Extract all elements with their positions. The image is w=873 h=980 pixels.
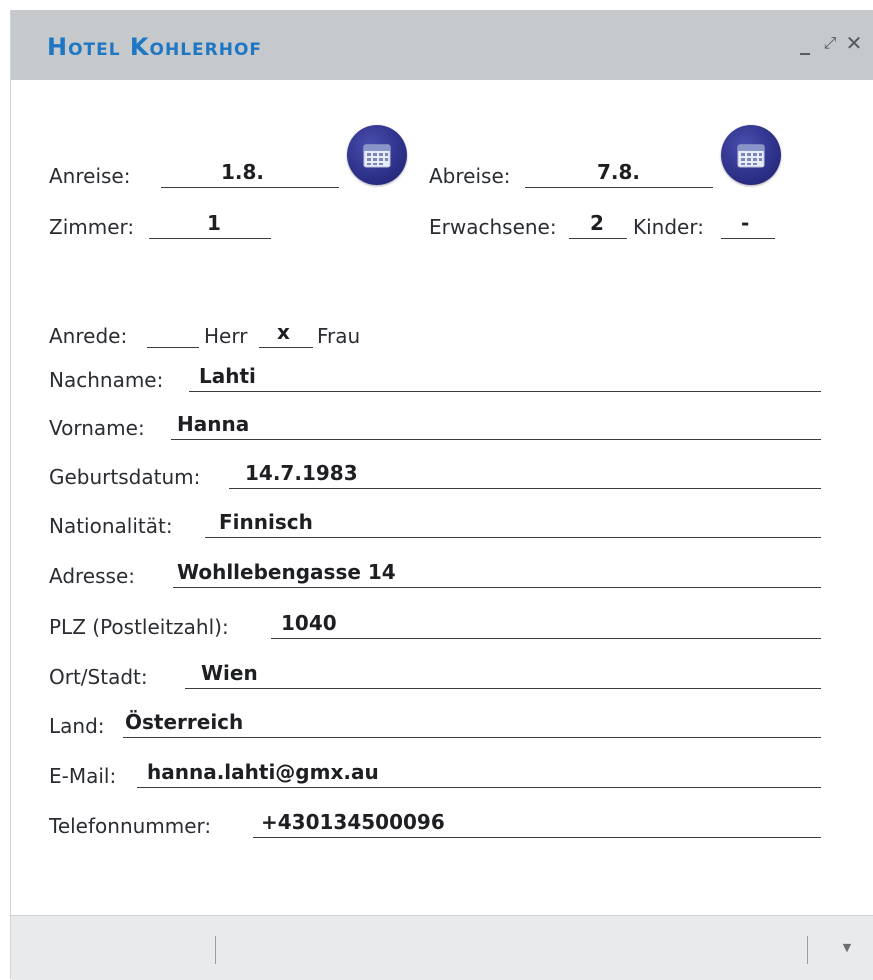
country-value[interactable]: Österreich: [125, 710, 243, 734]
email-field-line[interactable]: [137, 787, 821, 788]
dates-row: Anreise: 1.8. Abreise: 7.8.: [49, 156, 839, 192]
birthdate-label: Geburtsdatum:: [49, 465, 201, 489]
nationality-label: Nationalität:: [49, 514, 173, 538]
city-label: Ort/Stadt:: [49, 665, 148, 689]
departure-value[interactable]: 7.8.: [597, 160, 640, 184]
zip-field-line[interactable]: [271, 638, 821, 639]
phone-row: Telefonnummer: +430134500096: [49, 806, 839, 842]
departure-field-line[interactable]: [525, 187, 713, 188]
minimize-button[interactable]: _: [792, 30, 818, 56]
firstname-value[interactable]: Hanna: [177, 412, 249, 436]
hotel-form-window: Hotel Kohlerhof _ ⤢ ✕ Anreise: 1.8. Abre…: [10, 10, 873, 980]
phone-value[interactable]: +430134500096: [261, 810, 445, 834]
chevron-down-icon[interactable]: ▼: [837, 938, 857, 958]
country-row: Land: Österreich: [49, 706, 839, 742]
adults-value[interactable]: 2: [590, 211, 604, 235]
rooms-row: Zimmer: 1 Erwachsene: 2 Kinder: -: [49, 207, 839, 243]
arrival-label: Anreise:: [49, 164, 131, 188]
address-label: Adresse:: [49, 564, 135, 588]
close-button[interactable]: ✕: [841, 30, 867, 56]
phone-label: Telefonnummer:: [49, 814, 212, 838]
zip-value[interactable]: 1040: [281, 611, 337, 635]
email-label: E-Mail:: [49, 764, 117, 788]
address-value[interactable]: Wohllebengasse 14: [177, 560, 396, 584]
firstname-row: Vorname: Hanna: [49, 408, 839, 444]
nationality-row: Nationalität: Finnisch: [49, 506, 839, 542]
salutation-herr-label: Herr: [204, 324, 248, 348]
address-field-line[interactable]: [173, 587, 821, 588]
children-value[interactable]: -: [741, 211, 749, 235]
firstname-label: Vorname:: [49, 416, 145, 440]
calendar-icon: [363, 144, 391, 168]
email-value[interactable]: hanna.lahti@gmx.au: [147, 760, 379, 784]
salutation-frau-line[interactable]: [259, 347, 313, 348]
lastname-field-line[interactable]: [189, 391, 821, 392]
birthdate-field-line[interactable]: [229, 488, 821, 489]
salutation-row: Anrede: Herr x Frau: [49, 316, 839, 352]
city-value[interactable]: Wien: [201, 661, 258, 685]
salutation-herr-line[interactable]: [147, 347, 199, 348]
country-field-line[interactable]: [123, 737, 821, 738]
window-title: Hotel Kohlerhof: [47, 33, 263, 61]
children-field-line[interactable]: [721, 238, 775, 239]
departure-calendar-button[interactable]: [721, 125, 781, 185]
birthdate-value[interactable]: 14.7.1983: [245, 461, 358, 485]
zip-row: PLZ (Postleitzahl): 1040: [49, 607, 839, 643]
arrival-field-line[interactable]: [161, 187, 339, 188]
rooms-value[interactable]: 1: [207, 211, 221, 235]
arrival-value[interactable]: 1.8.: [221, 160, 264, 184]
arrival-calendar-button[interactable]: [347, 125, 407, 185]
adults-label: Erwachsene:: [429, 215, 557, 239]
firstname-field-line[interactable]: [171, 439, 821, 440]
address-row: Adresse: Wohllebengasse 14: [49, 556, 839, 592]
email-row: E-Mail: hanna.lahti@gmx.au: [49, 756, 839, 792]
salutation-frau-mark[interactable]: x: [277, 320, 290, 344]
toolbar-separator: [215, 936, 216, 964]
maximize-button[interactable]: ⤢: [817, 30, 843, 56]
lastname-value[interactable]: Lahti: [199, 364, 256, 388]
salutation-label: Anrede:: [49, 324, 128, 348]
birthdate-row: Geburtsdatum: 14.7.1983: [49, 457, 839, 493]
city-field-line[interactable]: [185, 688, 821, 689]
nationality-value[interactable]: Finnisch: [219, 510, 313, 534]
country-label: Land:: [49, 714, 105, 738]
rooms-field-line[interactable]: [149, 238, 271, 239]
adults-field-line[interactable]: [569, 238, 627, 239]
calendar-icon: [737, 144, 765, 168]
rooms-label: Zimmer:: [49, 215, 135, 239]
zip-label: PLZ (Postleitzahl):: [49, 615, 229, 639]
departure-label: Abreise:: [429, 164, 511, 188]
footer-toolbar: ▼: [11, 915, 873, 980]
city-row: Ort/Stadt: Wien: [49, 657, 839, 693]
children-label: Kinder:: [633, 215, 704, 239]
salutation-frau-label: Frau: [317, 324, 361, 348]
lastname-label: Nachname:: [49, 368, 164, 392]
toolbar-separator: [807, 936, 808, 964]
nationality-field-line[interactable]: [205, 537, 821, 538]
lastname-row: Nachname: Lahti: [49, 360, 839, 396]
title-bar: Hotel Kohlerhof _ ⤢ ✕: [11, 10, 873, 80]
phone-field-line[interactable]: [253, 837, 821, 838]
